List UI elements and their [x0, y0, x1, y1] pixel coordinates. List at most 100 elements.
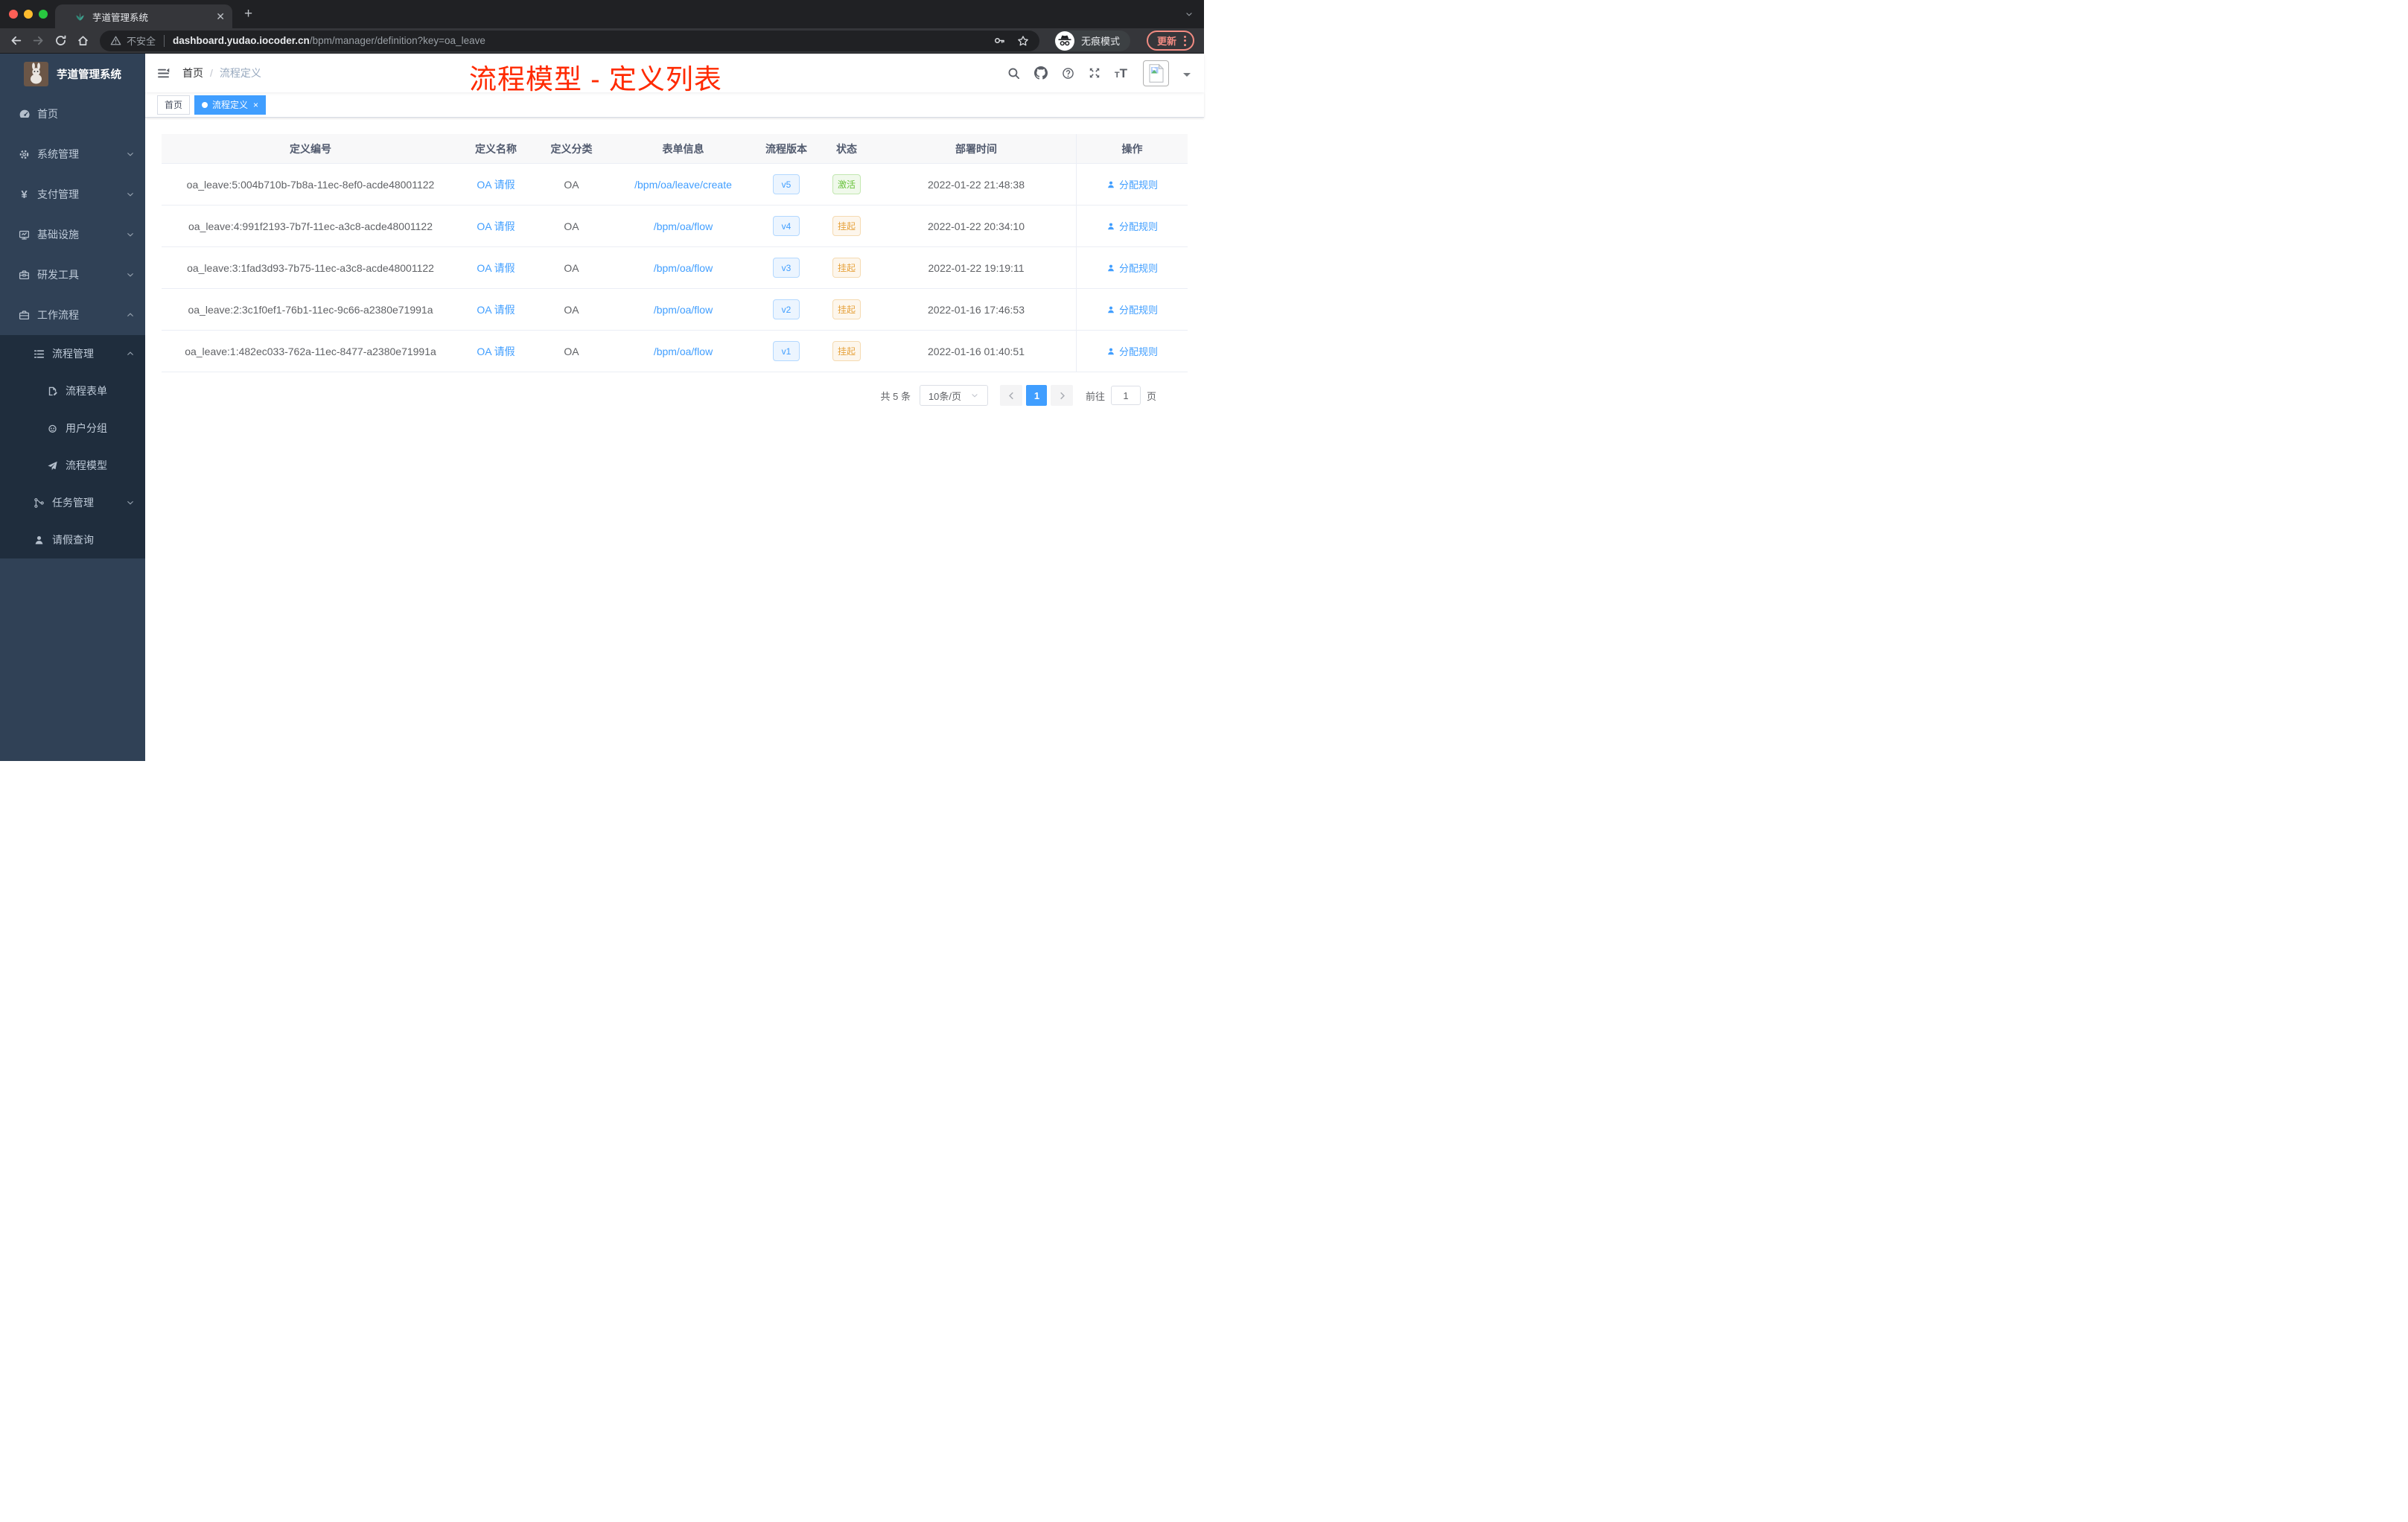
sidebar-item-基础设施[interactable]: 基础设施 [0, 214, 145, 255]
sidebar-item-任务管理[interactable]: 任务管理 [0, 484, 145, 521]
toolbox-icon [18, 270, 31, 281]
home-icon[interactable] [74, 33, 91, 49]
definition-name-link[interactable]: OA 请假 [477, 177, 515, 192]
column-header: 流程版本 [765, 142, 807, 155]
form-link[interactable]: /bpm/oa/flow [654, 220, 713, 232]
tab-search-icon[interactable] [1185, 10, 1194, 19]
definition-table: 定义编号 定义名称 定义分类 表单信息 流程版本 状态 部署时间 操作 oa_leave:5:… [162, 134, 1188, 372]
status-badge: 挂起 [832, 341, 861, 361]
password-key-icon[interactable] [994, 35, 1005, 46]
search-icon[interactable] [1007, 67, 1020, 80]
window-zoom-button[interactable] [39, 10, 48, 19]
address-bar[interactable]: 不安全 dashboard.yudao.iocoder.cn/bpm/manag… [100, 30, 1039, 51]
assign-rule-link[interactable]: 分配规则 [1106, 219, 1158, 233]
assign-rule-link[interactable]: 分配规则 [1106, 302, 1158, 316]
definition-name-link[interactable]: OA 请假 [477, 344, 515, 359]
sidebar-item-首页[interactable]: 首页 [0, 94, 145, 134]
menu-item-label: 流程表单 [66, 385, 107, 397]
menu-item-label: 研发工具 [37, 269, 79, 281]
update-label: 更新 [1157, 36, 1177, 47]
assign-rule-link[interactable]: 分配规则 [1106, 344, 1158, 358]
incognito-label: 无痕模式 [1081, 36, 1121, 47]
column-header: 操作 [1076, 134, 1188, 163]
prev-page-button[interactable] [1000, 385, 1023, 406]
menu-item-label: 用户分组 [66, 422, 107, 434]
goto-page-input[interactable] [1110, 386, 1141, 405]
tags-view-bar: 首页 流程定义 × [145, 92, 1204, 118]
window-close-button[interactable] [9, 10, 18, 19]
tag-label: 流程定义 [212, 100, 249, 110]
user-icon [1106, 264, 1115, 273]
github-icon[interactable] [1033, 66, 1048, 80]
incognito-badge: 无痕模式 [1054, 30, 1131, 51]
browser-menu-icon[interactable] [1184, 35, 1187, 46]
next-page-button[interactable] [1051, 385, 1074, 406]
chevron-up-icon [126, 311, 135, 319]
sidebar-item-系统管理[interactable]: 系统管理 [0, 134, 145, 174]
sidebar-item-流程表单[interactable]: 流程表单 [0, 372, 145, 410]
new-tab-button[interactable]: + [244, 6, 252, 22]
breadcrumb-separator: / [210, 67, 213, 79]
user-avatar[interactable] [1143, 60, 1169, 86]
hamburger-icon[interactable] [157, 67, 170, 80]
logo-avatar [24, 61, 48, 86]
page-number-current[interactable]: 1 [1026, 385, 1048, 406]
menu-item-label: 流程管理 [52, 348, 94, 360]
assign-rule-link[interactable]: 分配规则 [1106, 177, 1158, 191]
fullscreen-icon[interactable] [1089, 67, 1101, 79]
table-row: oa_leave:5:004b710b-7b8a-11ec-8ef0-acde4… [162, 164, 1188, 206]
menu-item-label: 支付管理 [37, 188, 79, 200]
back-icon[interactable] [7, 33, 24, 49]
user-icon [1106, 305, 1115, 314]
tag-close-icon[interactable]: × [253, 100, 258, 110]
avatar-caret-icon[interactable] [1183, 73, 1191, 80]
sidebar-item-研发工具[interactable]: 研发工具 [0, 255, 145, 295]
forward-icon[interactable] [30, 33, 46, 49]
font-size-icon[interactable]: TT [1115, 67, 1127, 80]
app-navbar: 首页 / 流程定义 TT [145, 54, 1204, 92]
tag-流程定义[interactable]: 流程定义 × [194, 95, 267, 115]
sidebar-item-流程管理[interactable]: 流程管理 [0, 335, 145, 372]
definition-name-link[interactable]: OA 请假 [477, 261, 515, 276]
logo-title: 芋道管理系统 [57, 69, 121, 81]
chevron-down-icon [126, 270, 135, 279]
tag-首页[interactable]: 首页 [157, 95, 191, 115]
yen-icon: ¥ [21, 188, 28, 201]
sidebar-item-流程模型[interactable]: 流程模型 [0, 447, 145, 484]
chevron-down-icon [970, 391, 979, 400]
menu-item-label: 任务管理 [52, 497, 94, 509]
browser-update-button[interactable]: 更新 [1147, 31, 1195, 51]
reload-icon[interactable] [52, 33, 69, 49]
version-badge: v5 [773, 174, 800, 194]
sidebar: 芋道管理系统 首页 系统管理 ¥ 支付管理基础设施研发工具工作流程 流程管理流程表单用… [0, 54, 145, 761]
sidebar-item-工作流程[interactable]: 工作流程 [0, 295, 145, 335]
status-badge: 挂起 [832, 258, 861, 278]
breadcrumb-home[interactable]: 首页 [182, 66, 203, 80]
chevron-up-icon [126, 349, 135, 358]
browser-tab[interactable]: 芋道管理系统 ✕ [55, 4, 232, 28]
sidebar-item-请假查询[interactable]: 请假查询 [0, 521, 145, 558]
definition-id: oa_leave:4:991f2193-7b7f-11ec-a3c8-acde4… [188, 220, 433, 232]
version-badge: v4 [773, 216, 800, 236]
bookmark-star-icon[interactable] [1017, 35, 1029, 47]
form-link[interactable]: /bpm/oa/flow [654, 304, 713, 316]
help-icon[interactable] [1062, 67, 1074, 80]
sidebar-item-支付管理[interactable]: ¥ 支付管理 [0, 174, 145, 214]
window-minimize-button[interactable] [24, 10, 33, 19]
definition-category: OA [564, 261, 579, 274]
form-link[interactable]: /bpm/oa/flow [654, 262, 713, 274]
table-row: oa_leave:1:482ec033-762a-11ec-8477-a2380… [162, 331, 1188, 372]
tab-close-icon[interactable]: ✕ [216, 11, 225, 22]
form-link[interactable]: /bpm/oa/leave/create [634, 179, 732, 191]
definition-name-link[interactable]: OA 请假 [477, 219, 515, 234]
briefcase-icon [18, 310, 31, 321]
assign-rule-link[interactable]: 分配规则 [1106, 261, 1158, 275]
definition-name-link[interactable]: OA 请假 [477, 302, 515, 317]
page-size-select[interactable]: 10条/页 [919, 385, 988, 406]
sidebar-item-用户分组[interactable]: 用户分组 [0, 410, 145, 447]
pagination: 共 5 条 10条/页 1 前往 页 [881, 385, 1156, 406]
chevron-down-icon [126, 150, 135, 159]
form-link[interactable]: /bpm/oa/flow [654, 346, 713, 357]
sidebar-logo[interactable]: 芋道管理系统 [0, 54, 145, 94]
breadcrumb: 首页 / 流程定义 [182, 66, 261, 80]
